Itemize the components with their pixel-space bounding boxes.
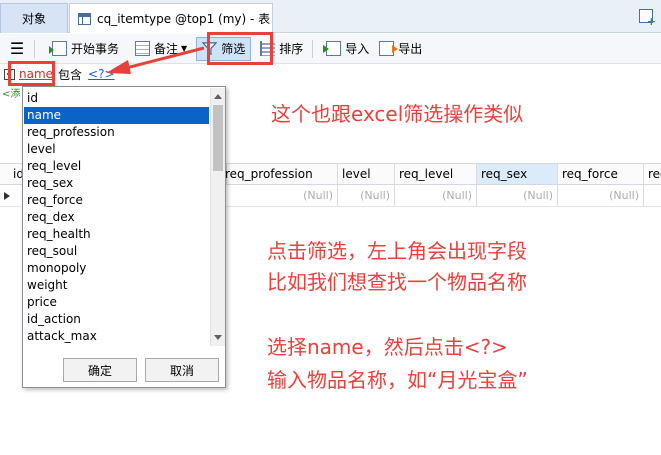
field-option-req-sex[interactable]: req_sex	[24, 175, 209, 192]
table-cell[interactable]: (Null)	[477, 185, 558, 206]
field-dropdown: id name req_profession level req_level r…	[22, 86, 226, 388]
column-header[interactable]: req_level	[395, 164, 477, 184]
scroll-down-icon[interactable]	[214, 335, 222, 340]
annotation-note-3: 比如我们想查找一个物品名称	[267, 270, 527, 294]
annotation-note-1: 这个也跟excel筛选操作类似	[271, 102, 524, 126]
field-option-attack-max[interactable]: attack_max	[24, 328, 209, 345]
annotation-note-4: 选择name，然后点击<?>	[267, 335, 508, 359]
scroll-up-icon[interactable]	[214, 94, 222, 99]
table-cell[interactable]: (Null)	[558, 185, 644, 206]
ok-button[interactable]: 确定	[63, 358, 137, 382]
column-header[interactable]: req_profession	[221, 164, 338, 184]
table-cell[interactable]: (Null)	[338, 185, 395, 206]
field-option-req-health[interactable]: req_health	[24, 226, 209, 243]
field-option-req-soul[interactable]: req_soul	[24, 243, 209, 260]
annotation-note-2: 点击筛选，左上角会出现字段	[267, 239, 527, 263]
current-row-icon	[4, 192, 10, 200]
field-option-level[interactable]: level	[24, 141, 209, 158]
field-option-req-profession[interactable]: req_profession	[24, 124, 209, 141]
column-header[interactable]: req	[644, 164, 661, 184]
column-header-selected[interactable]: req_sex	[477, 164, 558, 184]
scroll-thumb[interactable]	[213, 105, 223, 171]
field-option-weight[interactable]: weight	[24, 277, 209, 294]
field-option-price[interactable]: price	[24, 294, 209, 311]
field-list-scrollbar[interactable]	[210, 88, 225, 346]
column-header[interactable]: req_force	[558, 164, 644, 184]
annotation-note-5: 输入物品名称，如“月光宝盒”	[267, 368, 528, 392]
field-option-name[interactable]: name	[24, 107, 209, 124]
column-header-id-partial[interactable]: id	[9, 164, 23, 184]
table-cell[interactable]: (Null)	[395, 185, 477, 206]
column-header[interactable]: level	[338, 164, 395, 184]
field-list: id name req_profession level req_level r…	[24, 90, 209, 346]
field-option-req-force[interactable]: req_force	[24, 192, 209, 209]
field-option-id[interactable]: id	[24, 90, 209, 107]
cancel-button[interactable]: 取消	[145, 358, 219, 382]
field-option-id-action[interactable]: id_action	[24, 311, 209, 328]
field-option-req-level[interactable]: req_level	[24, 158, 209, 175]
field-option-req-dex[interactable]: req_dex	[24, 209, 209, 226]
field-option-monopoly[interactable]: monopoly	[24, 260, 209, 277]
table-cell[interactable]: (Null)	[221, 185, 338, 206]
